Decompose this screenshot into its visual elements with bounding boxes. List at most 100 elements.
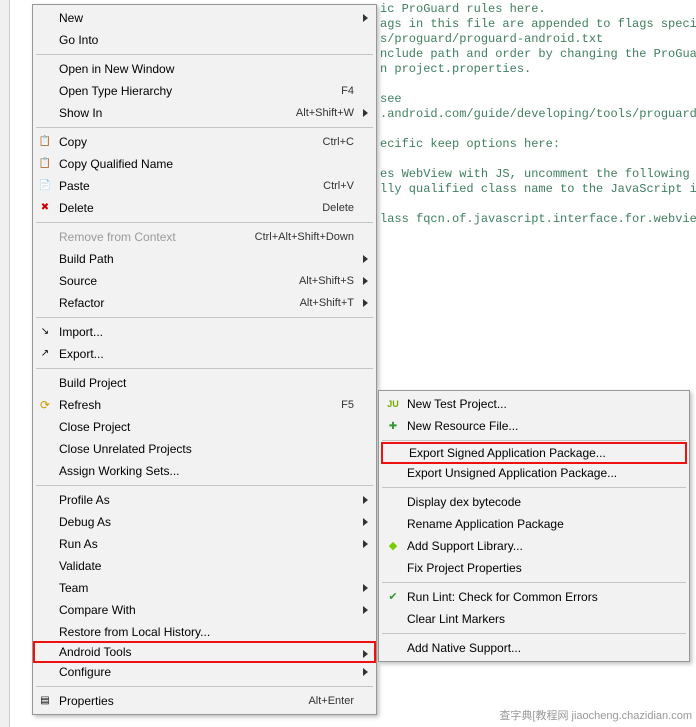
submenu-item-export-unsigned-application-package[interactable]: Export Unsigned Application Package... (381, 462, 687, 484)
menu-separator (36, 686, 373, 687)
menu-item-accel: Ctrl+Alt+Shift+Down (255, 231, 354, 243)
menu-item-label: Delete (39, 201, 322, 215)
menu-item-compare-with[interactable]: Compare With (35, 599, 374, 621)
menu-item-paste[interactable]: PasteCtrl+V (35, 175, 374, 197)
submenu-item-label: Rename Application Package (407, 517, 564, 531)
menu-item-go-into[interactable]: Go Into (35, 29, 374, 51)
submenu-item-export-signed-application-package[interactable]: Export Signed Application Package... (381, 442, 687, 464)
submenu-item-label: Add Native Support... (407, 641, 521, 655)
menu-item-properties[interactable]: PropertiesAlt+Enter (35, 690, 374, 712)
menu-item-accel: Ctrl+V (323, 180, 354, 192)
props-icon (37, 693, 53, 709)
menu-item-validate[interactable]: Validate (35, 555, 374, 577)
watermark: 查字典[教程网 jiaocheng.chazidian.com (499, 707, 692, 723)
menu-item-label: Remove from Context (39, 230, 255, 244)
submenu-item-new-resource-file[interactable]: New Resource File... (381, 415, 687, 437)
menu-item-label: Show In (39, 106, 296, 120)
menu-item-restore-from-local-history[interactable]: Restore from Local History... (35, 621, 374, 643)
menu-item-copy-qualified-name[interactable]: Copy Qualified Name (35, 153, 374, 175)
menu-item-build-project[interactable]: Build Project (35, 372, 374, 394)
menu-item-label: Refresh (39, 398, 341, 412)
submenu-separator (382, 440, 686, 441)
menu-item-build-path[interactable]: Build Path (35, 248, 374, 270)
copy-icon (37, 156, 53, 172)
submenu-item-run-lint-check-for-common-errors[interactable]: Run Lint: Check for Common Errors (381, 586, 687, 608)
menu-item-close-project[interactable]: Close Project (35, 416, 374, 438)
menu-item-label: Open in New Window (39, 62, 354, 76)
submenu-item-new-test-project[interactable]: New Test Project... (381, 393, 687, 415)
menu-item-label: Close Unrelated Projects (39, 442, 354, 456)
submenu-item-add-support-library[interactable]: Add Support Library... (381, 535, 687, 557)
submenu-separator (382, 633, 686, 634)
android-tools-submenu: New Test Project... New Resource File... E… (378, 390, 690, 662)
submenu-item-display-dex-bytecode[interactable]: Display dex bytecode (381, 491, 687, 513)
menu-item-label: Profile As (39, 493, 354, 507)
menu-item-run-as[interactable]: Run As (35, 533, 374, 555)
menu-item-source[interactable]: SourceAlt+Shift+S (35, 270, 374, 292)
context-menu: New Go Into Open in New Window Open Type Hi… (32, 4, 377, 715)
menu-item-export[interactable]: Export... (35, 343, 374, 365)
menu-item-accel: Alt+Shift+W (296, 107, 354, 119)
submenu-item-fix-project-properties[interactable]: Fix Project Properties (381, 557, 687, 579)
menu-item-remove-from-context: Remove from ContextCtrl+Alt+Shift+Down (35, 226, 374, 248)
menu-item-delete[interactable]: DeleteDelete (35, 197, 374, 219)
menu-item-label: Close Project (39, 420, 354, 434)
submenu-item-label: Display dex bytecode (407, 495, 521, 509)
menu-item-label: Run As (39, 537, 354, 551)
menu-item-label: Export... (39, 347, 354, 361)
menu-item-debug-as[interactable]: Debug As (35, 511, 374, 533)
del-icon (37, 200, 53, 216)
menu-item-close-unrelated-projects[interactable]: Close Unrelated Projects (35, 438, 374, 460)
menu-item-label: Copy (39, 135, 323, 149)
menu-item-label: Team (39, 581, 354, 595)
menu-item-assign-working-sets[interactable]: Assign Working Sets... (35, 460, 374, 482)
submenu-item-label: Fix Project Properties (407, 561, 522, 575)
menu-item-open-in-new-window[interactable]: Open in New Window (35, 58, 374, 80)
menu-item-accel: Alt+Shift+T (300, 297, 354, 309)
submenu-item-label: Run Lint: Check for Common Errors (407, 590, 598, 604)
menu-item-label: Restore from Local History... (39, 625, 354, 639)
menu-item-copy[interactable]: CopyCtrl+C (35, 131, 374, 153)
submenu-item-add-native-support[interactable]: Add Native Support... (381, 637, 687, 659)
menu-item-label: Paste (39, 179, 323, 193)
menu-item-refresh[interactable]: RefreshF5 (35, 394, 374, 416)
ju-icon (385, 396, 401, 412)
refresh-icon (37, 397, 53, 413)
submenu-item-clear-lint-markers[interactable]: Clear Lint Markers (381, 608, 687, 630)
menu-item-label: Build Project (39, 376, 354, 390)
menu-item-accel: F5 (341, 399, 354, 411)
menu-separator (36, 54, 373, 55)
menu-item-label: Refactor (39, 296, 300, 310)
menu-item-new[interactable]: New (35, 7, 374, 29)
menu-item-accel: Alt+Enter (308, 695, 354, 707)
paste-icon (37, 178, 53, 194)
menu-separator (36, 485, 373, 486)
menu-item-label: Source (39, 274, 299, 288)
menu-item-label: Go Into (39, 33, 354, 47)
menu-item-label: Assign Working Sets... (39, 464, 354, 478)
menu-item-team[interactable]: Team (35, 577, 374, 599)
menu-item-accel: Ctrl+C (323, 136, 354, 148)
menu-item-import[interactable]: Import... (35, 321, 374, 343)
menu-item-profile-as[interactable]: Profile As (35, 489, 374, 511)
submenu-item-label: Export Unsigned Application Package... (407, 466, 617, 480)
menu-item-label: Properties (39, 694, 308, 708)
import-icon (37, 324, 53, 340)
menu-item-configure[interactable]: Configure (35, 661, 374, 683)
submenu-item-label: New Test Project... (407, 397, 507, 411)
submenu-item-rename-application-package[interactable]: Rename Application Package (381, 513, 687, 535)
menu-item-refactor[interactable]: RefactorAlt+Shift+T (35, 292, 374, 314)
submenu-separator (382, 582, 686, 583)
menu-item-label: Compare With (39, 603, 354, 617)
menu-item-label: Validate (39, 559, 354, 573)
menu-item-label: Android Tools (39, 645, 354, 659)
menu-item-label: Open Type Hierarchy (39, 84, 341, 98)
menu-item-show-in[interactable]: Show InAlt+Shift+W (35, 102, 374, 124)
menu-item-label: Build Path (39, 252, 354, 266)
submenu-item-label: New Resource File... (407, 419, 518, 433)
menu-item-open-type-hierarchy[interactable]: Open Type HierarchyF4 (35, 80, 374, 102)
submenu-item-label: Add Support Library... (407, 539, 523, 553)
menu-item-android-tools[interactable]: Android Tools (33, 641, 376, 663)
menu-item-accel: Delete (322, 202, 354, 214)
android-icon (385, 538, 401, 554)
